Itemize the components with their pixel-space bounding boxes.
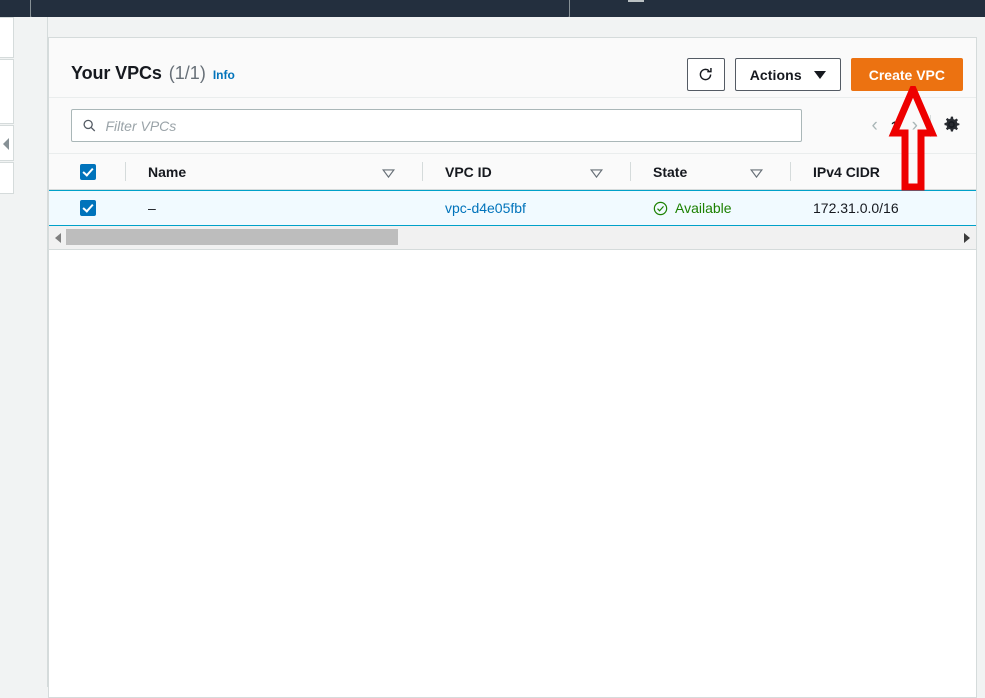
column-header-vpc-id-label: VPC ID	[445, 163, 492, 180]
pagination-prev-button[interactable]: ‹	[872, 116, 878, 135]
scroll-left-arrow-icon[interactable]	[55, 233, 61, 243]
row-cell-state: Available	[631, 191, 791, 225]
vpc-id-link[interactable]: vpc-d4e05fbf	[423, 200, 526, 216]
panel-toolbar: Actions Create VPC	[686, 58, 963, 91]
global-search-input[interactable]	[30, 0, 570, 17]
column-header-name[interactable]: Name	[126, 154, 423, 189]
row-cell-ipv4-cidr: 172.31.0.0/16	[791, 191, 976, 225]
create-vpc-button-label: Create VPC	[868, 66, 945, 83]
chevron-down-icon	[813, 70, 826, 79]
refresh-button[interactable]	[686, 58, 725, 91]
page-title: Your VPCs (1/1) Info	[71, 63, 235, 84]
sidebar-panel-segment-4[interactable]	[0, 162, 14, 194]
panel-empty-area	[49, 250, 976, 697]
sidebar-collapse-toggle[interactable]	[0, 125, 14, 161]
pagination-next-button[interactable]: ›	[912, 116, 918, 135]
column-header-vpc-id[interactable]: VPC ID	[423, 154, 631, 189]
row-cell-name: –	[126, 191, 423, 225]
vpc-table: Name VPC ID State IPv4 CIDR – vpc-d4e05f…	[49, 154, 976, 250]
search-box[interactable]	[71, 109, 802, 142]
sort-arrow-icon	[382, 168, 395, 178]
column-header-state[interactable]: State	[631, 154, 791, 189]
pagination-current-page: 1	[890, 117, 899, 134]
info-link[interactable]: Info	[213, 68, 235, 82]
select-all-cell	[49, 154, 126, 189]
scrollbar-thumb[interactable]	[66, 229, 398, 245]
scroll-right-arrow-icon[interactable]	[964, 233, 970, 243]
table-header-row: Name VPC ID State IPv4 CIDR	[49, 154, 976, 190]
create-vpc-button[interactable]: Create VPC	[850, 58, 963, 91]
search-input[interactable]	[105, 117, 791, 134]
state-value: Available	[675, 200, 732, 216]
top-navigation-bar	[0, 0, 985, 17]
row-select-cell	[49, 191, 126, 225]
row-name-value: –	[148, 200, 156, 216]
gear-icon	[944, 116, 960, 132]
column-header-ipv4-cidr[interactable]: IPv4 CIDR	[791, 154, 976, 189]
table-row[interactable]: – vpc-d4e05fbf Available 172.31.0.0/16	[49, 190, 976, 226]
toolbar-separator	[930, 115, 931, 137]
page-title-text: Your VPCs	[71, 63, 162, 83]
nav-icon-1[interactable]	[628, 0, 644, 2]
chevron-left-icon	[3, 138, 9, 150]
sidebar-panel-segment-1[interactable]	[0, 17, 14, 58]
search-icon	[83, 119, 96, 132]
vpc-list-panel: Your VPCs (1/1) Info Actions Create VPC	[48, 37, 977, 698]
pagination: ‹ 1 ›	[872, 109, 918, 142]
actions-button-label: Actions	[749, 66, 802, 83]
column-header-ipv4-cidr-label: IPv4 CIDR	[813, 163, 880, 180]
ipv4-cidr-value: 172.31.0.0/16	[813, 200, 899, 216]
table-settings-button[interactable]	[941, 114, 962, 135]
row-cell-vpc-id: vpc-d4e05fbf	[423, 191, 631, 225]
filter-row: ‹ 1 ›	[49, 98, 976, 154]
column-header-name-label: Name	[148, 163, 187, 180]
column-header-state-label: State	[653, 163, 688, 180]
row-select-checkbox[interactable]	[79, 200, 96, 216]
page-title-count: (1/1)	[168, 63, 206, 83]
sort-arrow-icon	[590, 168, 603, 178]
status-badge: Available	[631, 200, 732, 216]
sort-arrow-icon	[750, 168, 763, 178]
panel-header: Your VPCs (1/1) Info Actions Create VPC	[49, 38, 976, 98]
refresh-icon	[699, 67, 712, 81]
sidebar-panel-segment-2[interactable]	[0, 59, 14, 124]
check-circle-icon	[653, 201, 668, 215]
table-horizontal-scrollbar[interactable]	[49, 226, 976, 250]
select-all-checkbox[interactable]	[79, 163, 96, 180]
actions-button[interactable]: Actions	[734, 58, 841, 91]
